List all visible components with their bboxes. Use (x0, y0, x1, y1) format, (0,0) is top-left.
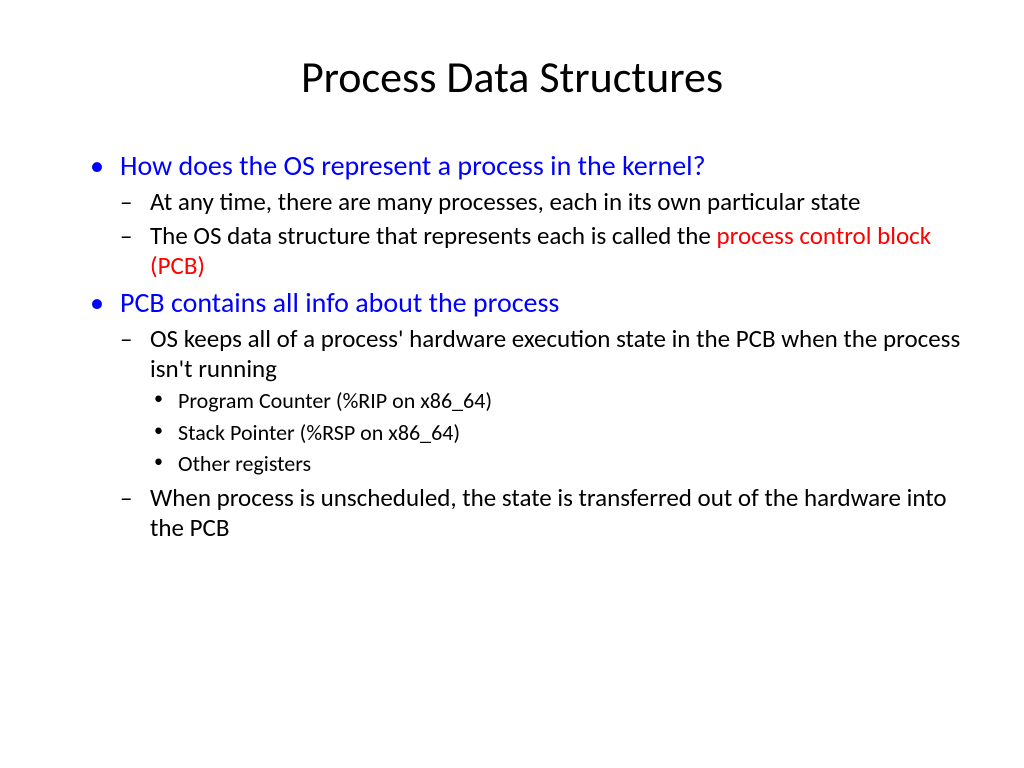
sub-bullet-item: OS keeps all of a process' hardware exec… (120, 324, 964, 479)
slide-title: Process Data Structures (60, 50, 964, 104)
sub-bullet-item: When process is unscheduled, the state i… (120, 483, 964, 543)
bullet-list-level2: At any time, there are many processes, e… (120, 187, 964, 281)
bullet-list-level2: OS keeps all of a process' hardware exec… (120, 324, 964, 543)
sub-sub-bullet-item: Program Counter (%RIP on x86_64) (150, 386, 964, 416)
sub-bullet-item: The OS data structure that represents ea… (120, 221, 964, 281)
sub-sub-bullet-item: Stack Pointer (%RSP on x86_64) (150, 418, 964, 448)
sub-bullet-text: The OS data structure that represents ea… (150, 220, 717, 251)
bullet-item-1: How does the OS represent a process in t… (90, 148, 964, 281)
bullet-list-level1: How does the OS represent a process in t… (90, 148, 964, 543)
sub-sub-bullet-item: Other registers (150, 449, 964, 479)
bullet-list-level3: Program Counter (%RIP on x86_64) Stack P… (150, 386, 964, 479)
slide-content: How does the OS represent a process in t… (60, 148, 964, 543)
bullet-text: PCB contains all info about the process (120, 285, 559, 320)
sub-bullet-item: At any time, there are many processes, e… (120, 187, 964, 217)
sub-bullet-text: OS keeps all of a process' hardware exec… (150, 323, 960, 384)
bullet-text: How does the OS represent a process in t… (120, 148, 706, 183)
bullet-item-2: PCB contains all info about the process … (90, 285, 964, 543)
